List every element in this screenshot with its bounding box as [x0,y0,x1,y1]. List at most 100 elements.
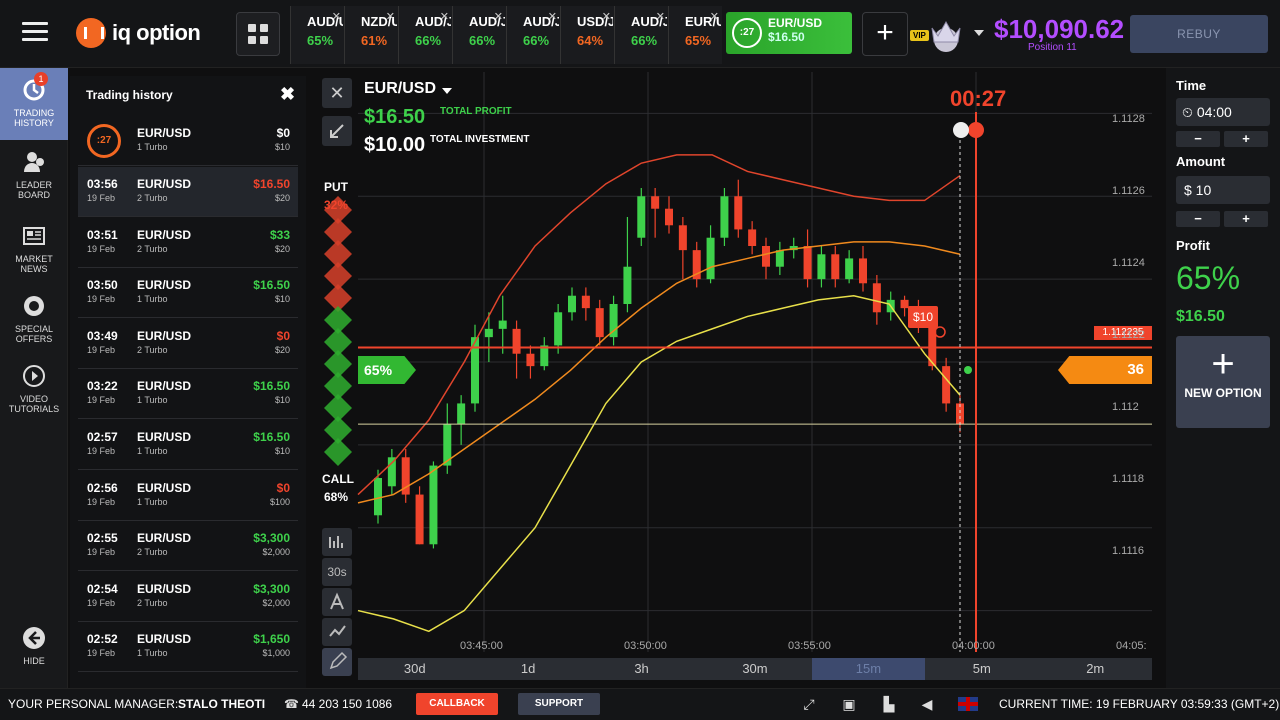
row-time: 03:50 [87,278,118,293]
balance[interactable]: $10,090.62 [994,14,1124,45]
row-result: $16.50 [253,379,290,394]
close-icon[interactable]: ✖ [280,84,295,105]
timeframe-option[interactable]: 30d [358,658,471,680]
chart-area[interactable]: ✕ EUR/USD $16.50 TOTAL PROFIT $10.00 TOT… [320,72,1166,682]
row-date: 19 Feb [87,496,116,507]
asset-tab[interactable]: NZD/U 61% ✕ [344,6,398,64]
deal-marker [934,326,946,338]
timeframe-option[interactable]: 1d [471,658,584,680]
row-pair: EUR/USD [137,379,192,394]
amount-plus-button[interactable]: + [1224,211,1268,227]
row-kind: 1 Turbo [137,496,168,507]
current-time: CURRENT TIME: 19 FEBRUARY 03:59:33 (GMT+… [999,697,1280,711]
pair-selector[interactable]: EUR/USD [364,80,436,98]
close-tab-icon[interactable]: ✕ [386,10,395,23]
nav-hide[interactable]: HIDE [0,626,68,666]
indicator-icon[interactable] [322,618,352,646]
deadline-marker [953,122,969,138]
rebuy-button[interactable]: REBUY [1130,15,1268,53]
asset-tabs: AUD/U65%✕NZD/U61%✕AUD/J66%✕AUD/J66%✕AUD/… [290,6,722,64]
sound-icon[interactable]: ◀ [918,695,936,713]
candle-body [595,308,604,338]
crown-avatar-icon[interactable] [926,14,966,54]
history-row[interactable]: 02:52 19 Feb EUR/USD 1 Turbo $1,650 $1,000 [78,622,298,673]
nav-video-tutorials[interactable]: VIDEO TUTORIALS [0,364,68,414]
row-time: 03:49 [87,328,118,343]
support-button[interactable]: SUPPORT [518,693,600,715]
logo: iq option [76,18,201,48]
timeframe-option[interactable]: 30m [698,658,811,680]
timeframe-option[interactable]: 3h [585,658,698,680]
amount-minus-button[interactable]: − [1176,211,1220,227]
asset-tab[interactable]: AUD/J 66% ✕ [452,6,506,64]
new-option-button[interactable]: + NEW OPTION [1176,336,1270,428]
time-plus-button[interactable]: + [1224,131,1268,147]
history-row[interactable]: 02:55 19 Feb EUR/USD 2 Turbo $3,300 $2,000 [78,521,298,572]
time-minus-button[interactable]: − [1176,131,1220,147]
nav-special-offers[interactable]: SPECIAL OFFERS [0,294,68,344]
close-tab-icon[interactable]: ✕ [494,10,503,23]
play-icon [23,365,45,387]
pencil-icon[interactable] [322,648,352,676]
asset-tab[interactable]: EUR/U 65% ✕ [668,6,722,64]
account-dropdown-icon[interactable] [974,30,984,36]
amount-input[interactable]: $ 10 [1176,176,1270,204]
close-tab-icon[interactable]: ✕ [332,10,341,23]
active-asset-value: $16.50 [768,30,805,44]
timeframe-button[interactable]: 30s [322,558,352,586]
asset-tab[interactable]: AUD/J 66% ✕ [506,6,560,64]
history-row[interactable]: 03:49 19 Feb EUR/USD 2 Turbo $0 $20 [78,319,298,369]
grid-view-button[interactable] [236,12,280,56]
asset-tab[interactable]: AUD/J 66% ✕ [614,6,668,64]
history-active-row[interactable]: :27 EUR/USD 1 Turbo $0 $10 [78,116,298,166]
asset-payout: 66% [631,33,658,48]
asset-payout: 66% [469,33,496,48]
drawing-tool-icon[interactable] [322,588,352,616]
asset-tab[interactable]: AUD/J 66% ✕ [398,6,452,64]
time-input[interactable]: ⏲ 04:00 [1176,98,1270,126]
close-tab-icon[interactable]: ✕ [710,10,719,23]
close-tab-icon[interactable]: ✕ [548,10,557,23]
language-flag-icon[interactable] [958,697,978,711]
pair-dropdown-icon[interactable] [442,88,452,94]
close-tab-icon[interactable]: ✕ [602,10,611,23]
active-asset-tab[interactable]: :27 EUR/USD $16.50 [726,12,852,54]
history-row[interactable]: 02:56 19 Feb EUR/USD 1 Turbo $0 $100 [78,471,298,521]
nav-leaderboard[interactable]: LEADER BOARD [0,150,68,200]
add-asset-button[interactable]: + [862,12,908,56]
close-tab-icon[interactable]: ✕ [656,10,665,23]
candle-body [429,465,438,545]
deal-tag[interactable]: $10 [908,306,938,328]
asset-tab[interactable]: USD/J 64% ✕ [560,6,614,64]
history-row[interactable]: 02:57 19 Feb EUR/USD 1 Turbo $16.50 $10 [78,420,298,470]
x-tick-label: 04:00:00 [952,640,995,652]
x-tick-label: 04:05: [1116,640,1147,652]
fullscreen-icon[interactable]: ⤢ [800,695,818,713]
time-label: Time [1176,78,1207,93]
history-row[interactable]: 03:51 19 Feb EUR/USD 2 Turbo $33 $20 [78,218,298,268]
history-row[interactable]: 03:22 19 Feb EUR/USD 1 Turbo $16.50 $10 [78,369,298,420]
timeframe-option[interactable]: 5m [925,658,1038,680]
y-tick-label: 1.1126 [1112,185,1145,197]
history-row[interactable]: 03:56 19 Feb EUR/USD 2 Turbo $16.50 $20 [78,167,298,217]
row-result: $0 [276,328,290,343]
candle-body [678,225,687,251]
history-row[interactable]: 02:54 19 Feb EUR/USD 2 Turbo $3,300 $2,000 [78,572,298,622]
timeframe-option[interactable]: 2m [1039,658,1152,680]
plus-icon: + [1211,342,1235,386]
total-investment-label: TOTAL INVESTMENT [430,134,530,145]
timeframe-option[interactable]: 15m [811,658,926,680]
menu-icon[interactable] [22,22,48,44]
collapse-icon[interactable] [322,116,352,146]
chart-type-icon[interactable] [322,528,352,556]
history-row[interactable]: 03:50 19 Feb EUR/USD 1 Turbo $16.50 $10 [78,268,298,319]
nav-trading-history[interactable]: 1 TRADING HISTORY [0,68,68,140]
nav-market-news[interactable]: MARKET NEWS [0,224,68,274]
asset-tab[interactable]: AUD/U65%✕ [290,6,344,64]
callback-button[interactable]: CALLBACK [416,693,498,715]
layout-icon[interactable]: ▣ [840,695,858,713]
close-chart-button[interactable]: ✕ [322,78,352,108]
close-tab-icon[interactable]: ✕ [440,10,449,23]
price-chart[interactable] [320,72,1166,682]
bookmark-icon[interactable]: ▙ [880,695,898,713]
